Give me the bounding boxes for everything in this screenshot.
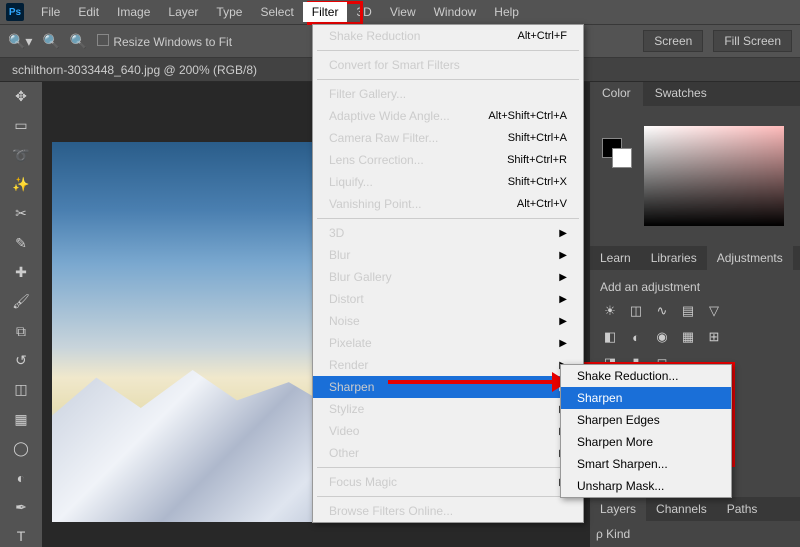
tab-learn[interactable]: Learn bbox=[590, 246, 641, 270]
filter-item-3d[interactable]: 3D▶ bbox=[313, 222, 583, 244]
blur-tool-icon[interactable]: ◯ bbox=[9, 438, 33, 459]
filter-item-liquify-[interactable]: Liquify...Shift+Ctrl+X bbox=[313, 171, 583, 193]
filter-item-noise[interactable]: Noise▶ bbox=[313, 310, 583, 332]
filter-item-focus-magic[interactable]: Focus Magic▶ bbox=[313, 471, 583, 493]
screen-button[interactable]: Screen bbox=[643, 30, 703, 52]
color-panel bbox=[590, 106, 800, 246]
lookup-icon[interactable]: ⊞ bbox=[704, 328, 724, 346]
type-tool-icon[interactable]: T bbox=[9, 526, 33, 547]
crop-tool-icon[interactable]: ✂ bbox=[9, 203, 33, 224]
eraser-tool-icon[interactable]: ◫ bbox=[9, 379, 33, 400]
photo-filter-icon[interactable]: ◉ bbox=[652, 328, 672, 346]
fill-screen-button[interactable]: Fill Screen bbox=[713, 30, 792, 52]
marquee-tool-icon[interactable]: ▭ bbox=[9, 115, 33, 136]
sharpen-item-smart-sharpen-[interactable]: Smart Sharpen... bbox=[561, 453, 731, 475]
filter-item-filter-gallery-[interactable]: Filter Gallery... bbox=[313, 83, 583, 105]
zoom-out-icon[interactable]: 🔍 bbox=[70, 33, 87, 50]
dodge-tool-icon[interactable]: ◐ bbox=[9, 467, 33, 488]
channel-mixer-icon[interactable]: ▦ bbox=[678, 328, 698, 346]
filter-item-pixelate[interactable]: Pixelate▶ bbox=[313, 332, 583, 354]
tab-adjustments[interactable]: Adjustments bbox=[707, 246, 793, 270]
filter-item-stylize[interactable]: Stylize▶ bbox=[313, 398, 583, 420]
tools-panel: ✥ ▭ ➰ ✨ ✂ ✎ ✚ 🖌 ⧉ ↺ ◫ ▦ ◯ ◐ ✒ T bbox=[0, 82, 42, 547]
photoshop-logo-icon: Ps bbox=[6, 3, 24, 21]
menu-view[interactable]: View bbox=[381, 2, 425, 22]
tab-swatches[interactable]: Swatches bbox=[643, 82, 719, 106]
menu-bar: Ps FileEditImageLayerTypeSelectFilter3DV… bbox=[0, 0, 800, 24]
menu-select[interactable]: Select bbox=[251, 2, 302, 22]
brush-tool-icon[interactable]: 🖌 bbox=[9, 291, 33, 312]
filter-item-video[interactable]: Video▶ bbox=[313, 420, 583, 442]
menu-edit[interactable]: Edit bbox=[69, 2, 108, 22]
filter-item-convert-for-smart-filters[interactable]: Convert for Smart Filters bbox=[313, 54, 583, 76]
background-color-swatch[interactable] bbox=[612, 148, 632, 168]
document-tab[interactable]: schilthorn-3033448_640.jpg @ 200% (RGB/8… bbox=[12, 63, 257, 77]
sharpen-item-sharpen-edges[interactable]: Sharpen Edges bbox=[561, 409, 731, 431]
hue-icon[interactable]: ◧ bbox=[600, 328, 620, 346]
resize-windows-checkbox[interactable]: Resize Windows to Fit bbox=[97, 34, 232, 49]
filter-item-lens-correction-[interactable]: Lens Correction...Shift+Ctrl+R bbox=[313, 149, 583, 171]
color-picker-gradient[interactable] bbox=[644, 126, 784, 226]
brightness-icon[interactable]: ☀ bbox=[600, 302, 620, 320]
menu-image[interactable]: Image bbox=[108, 2, 159, 22]
menu-file[interactable]: File bbox=[32, 2, 69, 22]
healing-tool-icon[interactable]: ✚ bbox=[9, 262, 33, 283]
tab-color[interactable]: Color bbox=[590, 82, 643, 106]
menu-help[interactable]: Help bbox=[485, 2, 528, 22]
layers-panel: ρ Kind bbox=[590, 521, 800, 547]
filter-item-blur-gallery[interactable]: Blur Gallery▶ bbox=[313, 266, 583, 288]
filter-item-camera-raw-filter-[interactable]: Camera Raw Filter...Shift+Ctrl+A bbox=[313, 127, 583, 149]
stamp-tool-icon[interactable]: ⧉ bbox=[9, 321, 33, 342]
menu-window[interactable]: Window bbox=[425, 2, 486, 22]
sharpen-item-unsharp-mask-[interactable]: Unsharp Mask... bbox=[561, 475, 731, 497]
menu-type[interactable]: Type bbox=[207, 2, 251, 22]
sharpen-submenu: Shake Reduction...SharpenSharpen EdgesSh… bbox=[560, 364, 732, 498]
sharpen-item-sharpen-more[interactable]: Sharpen More bbox=[561, 431, 731, 453]
filter-item-adaptive-wide-angle-[interactable]: Adaptive Wide Angle...Alt+Shift+Ctrl+A bbox=[313, 105, 583, 127]
filter-item-other[interactable]: Other▶ bbox=[313, 442, 583, 464]
filter-menu-dropdown: Shake ReductionAlt+Ctrl+F Convert for Sma… bbox=[312, 24, 584, 523]
exposure-icon[interactable]: ▤ bbox=[678, 302, 698, 320]
curves-icon[interactable]: ∿ bbox=[652, 302, 672, 320]
pen-tool-icon[interactable]: ✒ bbox=[9, 496, 33, 517]
magic-wand-tool-icon[interactable]: ✨ bbox=[9, 174, 33, 195]
annotation-arrow bbox=[388, 380, 556, 384]
bw-icon[interactable]: ◐ bbox=[626, 328, 646, 346]
filter-item-shake-reduction[interactable]: Shake ReductionAlt+Ctrl+F bbox=[313, 25, 583, 47]
zoom-in-icon[interactable]: 🔍 bbox=[42, 33, 59, 50]
filter-item-blur[interactable]: Blur▶ bbox=[313, 244, 583, 266]
menu-layer[interactable]: Layer bbox=[159, 2, 207, 22]
tab-libraries[interactable]: Libraries bbox=[641, 246, 707, 270]
sharpen-item-sharpen[interactable]: Sharpen bbox=[561, 387, 731, 409]
move-tool-icon[interactable]: ✥ bbox=[9, 86, 33, 107]
lasso-tool-icon[interactable]: ➰ bbox=[9, 145, 33, 166]
gradient-tool-icon[interactable]: ▦ bbox=[9, 408, 33, 429]
tab-layers[interactable]: Layers bbox=[590, 497, 646, 521]
filter-item-distort[interactable]: Distort▶ bbox=[313, 288, 583, 310]
tab-channels[interactable]: Channels bbox=[646, 497, 717, 521]
history-brush-icon[interactable]: ↺ bbox=[9, 350, 33, 371]
zoom-tool-icon[interactable]: 🔍▾ bbox=[8, 33, 32, 50]
eyedropper-tool-icon[interactable]: ✎ bbox=[9, 233, 33, 254]
sharpen-item-shake-reduction-[interactable]: Shake Reduction... bbox=[561, 365, 731, 387]
add-adjustment-label: Add an adjustment bbox=[600, 280, 790, 294]
tab-paths[interactable]: Paths bbox=[717, 497, 768, 521]
layer-filter-kind[interactable]: Kind bbox=[606, 527, 630, 541]
vibrance-icon[interactable]: ▽ bbox=[704, 302, 724, 320]
filter-item-browse-filters-online-[interactable]: Browse Filters Online... bbox=[313, 500, 583, 522]
filter-item-render[interactable]: Render▶ bbox=[313, 354, 583, 376]
menu-filter[interactable]: Filter bbox=[303, 2, 348, 22]
levels-icon[interactable]: ◫ bbox=[626, 302, 646, 320]
filter-item-vanishing-point-[interactable]: Vanishing Point...Alt+Ctrl+V bbox=[313, 193, 583, 215]
